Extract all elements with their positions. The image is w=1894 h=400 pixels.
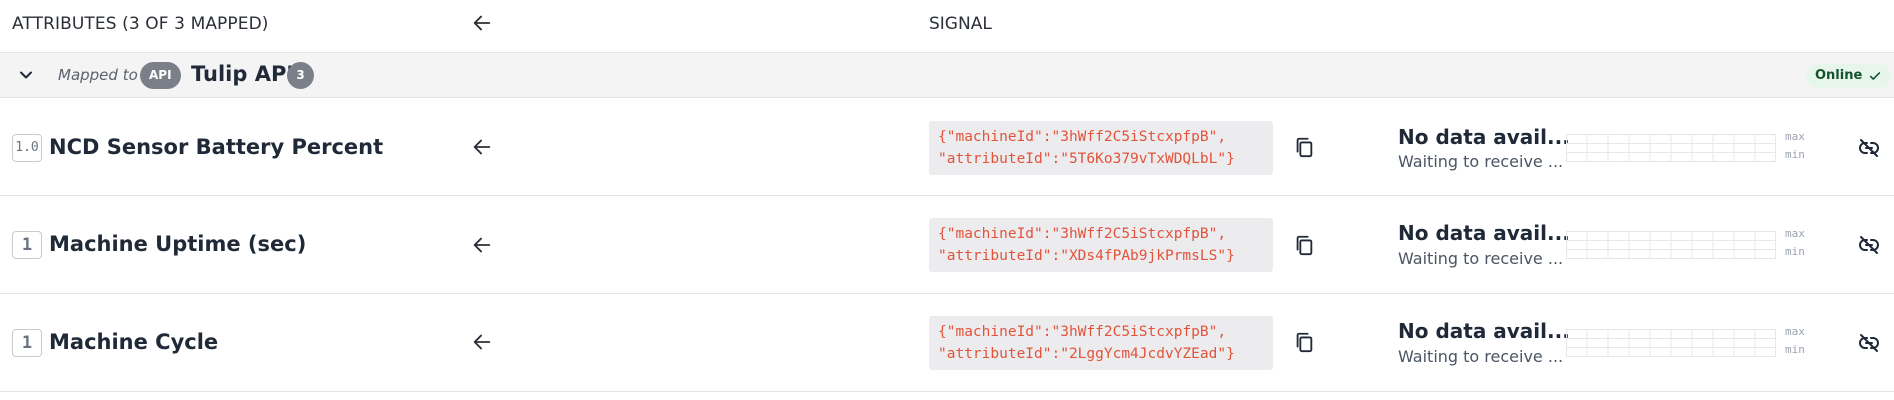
attribute-name: Machine Cycle — [49, 330, 219, 354]
table-row: 1 Machine Cycle {"machineId":"3hWff2C5iS… — [0, 295, 1894, 392]
no-data-title: No data avail... — [1398, 221, 1570, 245]
signal-column-title: SIGNAL — [929, 14, 992, 34]
sparkline-grid — [1566, 231, 1776, 259]
arrow-left-icon — [471, 12, 493, 34]
no-data-title: No data avail... — [1398, 125, 1570, 149]
min-label: min — [1785, 148, 1805, 161]
copy-icon[interactable] — [1293, 233, 1315, 257]
sparkline-grid — [1566, 134, 1776, 162]
table-row: 1.0 NCD Sensor Battery Percent {"machine… — [0, 99, 1894, 196]
signal-line: "attributeId":"2LggYcm4JcdvYZEad"} — [938, 346, 1235, 362]
attributes-column-title: ATTRIBUTES (3 OF 3 MAPPED) — [12, 14, 269, 34]
signal-line: {"machineId":"3hWff2C5iStcxpfpB", — [938, 129, 1227, 145]
type-badge: 1 — [12, 231, 42, 259]
attribute-name: Machine Uptime (sec) — [49, 232, 307, 256]
no-data-title: No data avail... — [1398, 319, 1570, 343]
min-label: min — [1785, 343, 1805, 356]
table-header: ATTRIBUTES (3 OF 3 MAPPED) SIGNAL — [0, 0, 1894, 53]
no-data-subtitle: Waiting to receive ... — [1398, 249, 1564, 268]
status-label: Online — [1815, 68, 1863, 83]
unlink-icon[interactable] — [1857, 331, 1881, 355]
chevron-down-icon[interactable] — [16, 65, 36, 85]
type-badge: 1 — [12, 329, 42, 357]
copy-icon[interactable] — [1293, 330, 1315, 354]
mapped-group-header: Mapped to API Tulip API 3 Online — [0, 53, 1894, 98]
max-label: max — [1785, 130, 1805, 143]
signal-code: {"machineId":"3hWff2C5iStcxpfpB", "attri… — [929, 121, 1273, 175]
arrow-left-icon — [471, 234, 493, 256]
api-badge: API — [140, 62, 181, 89]
no-data-subtitle: Waiting to receive ... — [1398, 347, 1564, 366]
signal-code: {"machineId":"3hWff2C5iStcxpfpB", "attri… — [929, 218, 1273, 272]
sparkline-grid — [1566, 329, 1776, 357]
min-label: min — [1785, 245, 1805, 258]
signal-line: {"machineId":"3hWff2C5iStcxpfpB", — [938, 226, 1227, 242]
no-data-subtitle: Waiting to receive ... — [1398, 152, 1564, 171]
signal-line: "attributeId":"5T6Ko379vTxWDQLbL"} — [938, 151, 1235, 167]
max-label: max — [1785, 227, 1805, 240]
unlink-icon[interactable] — [1857, 136, 1881, 160]
check-icon — [1868, 69, 1882, 83]
copy-icon[interactable] — [1293, 135, 1315, 159]
attribute-name: NCD Sensor Battery Percent — [49, 135, 384, 159]
signal-code: {"machineId":"3hWff2C5iStcxpfpB", "attri… — [929, 316, 1273, 370]
signal-line: {"machineId":"3hWff2C5iStcxpfpB", — [938, 324, 1227, 340]
api-name: Tulip API — [191, 62, 295, 86]
arrow-left-icon — [471, 136, 493, 158]
mapped-to-label: Mapped to — [58, 66, 138, 84]
max-label: max — [1785, 325, 1805, 338]
status-badge: Online — [1806, 64, 1892, 88]
mapped-count-badge: 3 — [287, 62, 314, 89]
signal-line: "attributeId":"XDs4fPAb9jkPrmsLS"} — [938, 248, 1235, 264]
table-row: 1 Machine Uptime (sec) {"machineId":"3hW… — [0, 197, 1894, 294]
arrow-left-icon — [471, 331, 493, 353]
unlink-icon[interactable] — [1857, 233, 1881, 257]
type-badge: 1.0 — [12, 134, 42, 162]
